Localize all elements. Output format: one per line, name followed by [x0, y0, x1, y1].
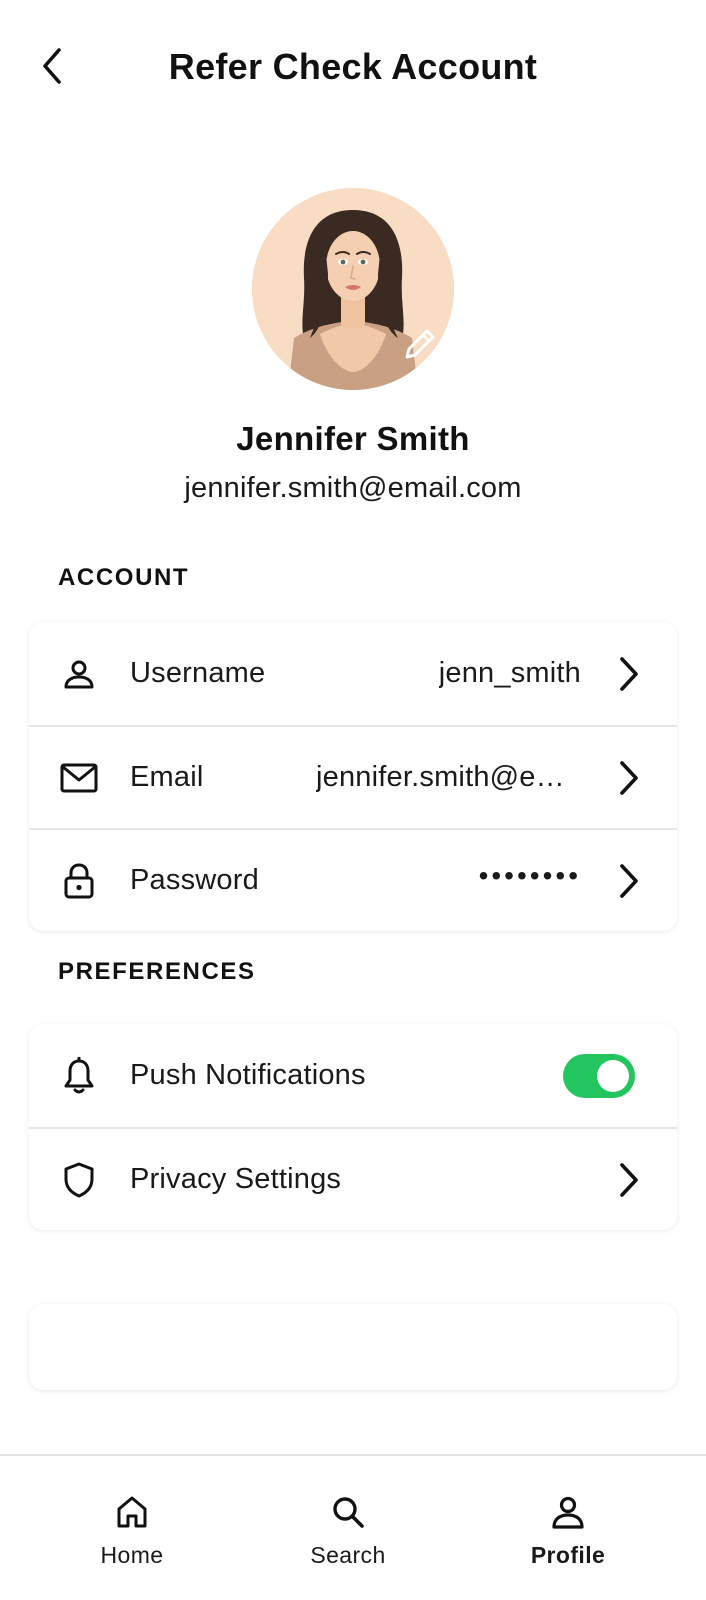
- edit-avatar-button[interactable]: [398, 322, 442, 366]
- chevron-right-icon: [617, 862, 641, 900]
- pencil-icon: [405, 329, 435, 359]
- account-row-password[interactable]: Password ••••••••: [29, 828, 677, 931]
- preferences-row-push-notifications[interactable]: Push Notifications: [29, 1024, 677, 1127]
- home-icon: [112, 1492, 152, 1532]
- nav-item-search[interactable]: Search: [268, 1492, 428, 1569]
- nav-label: Search: [310, 1542, 386, 1568]
- row-value: jenn_smith: [438, 657, 581, 689]
- chevron-right-icon: [617, 655, 641, 693]
- profile-avatar-container: [252, 188, 454, 390]
- nav-label: Home: [100, 1542, 164, 1568]
- nav-item-profile[interactable]: Profile: [488, 1492, 648, 1569]
- bell-icon: [59, 1056, 99, 1096]
- search-icon: [328, 1492, 368, 1532]
- account-row-email[interactable]: Email jennifer.smith@email.com: [29, 725, 677, 828]
- preferences-card: Push Notifications Privacy Settings: [29, 1024, 677, 1230]
- row-value: jennifer.smith@email.com: [316, 761, 581, 793]
- preferences-row-privacy-settings[interactable]: Privacy Settings: [29, 1127, 677, 1230]
- lock-icon: [59, 861, 99, 901]
- row-value-password: ••••••••: [478, 860, 581, 891]
- account-row-username[interactable]: Username jenn_smith: [29, 622, 677, 725]
- chevron-right-icon: [617, 1161, 641, 1199]
- shield-icon: [59, 1160, 99, 1200]
- profile-email: jennifer.smith@email.com: [184, 472, 522, 504]
- bottom-nav: Home Search Profile: [0, 1454, 706, 1600]
- chevron-right-icon: [617, 759, 641, 797]
- profile-name: Jennifer Smith: [236, 420, 470, 457]
- row-label: Push Notifications: [130, 1059, 366, 1091]
- nav-item-home[interactable]: Home: [52, 1492, 212, 1569]
- app-header: Refer Check Account: [0, 0, 706, 140]
- person-icon: [548, 1492, 588, 1532]
- row-label: Password: [130, 864, 259, 896]
- section-title-account: ACCOUNT: [58, 564, 190, 591]
- person-icon: [59, 654, 99, 694]
- toggle-knob: [597, 1059, 629, 1092]
- row-label: Privacy Settings: [130, 1163, 342, 1195]
- page-title: Refer Check Account: [168, 46, 538, 87]
- section-title-preferences: PREFERENCES: [58, 958, 256, 985]
- mail-icon: [59, 758, 99, 798]
- nav-label: Profile: [530, 1542, 606, 1568]
- account-card: Username jenn_smith Email jennifer.smith…: [29, 622, 677, 931]
- row-label: Email: [130, 761, 204, 793]
- empty-card: [29, 1304, 677, 1390]
- row-label: Username: [130, 657, 266, 689]
- push-notifications-toggle[interactable]: [563, 1053, 635, 1098]
